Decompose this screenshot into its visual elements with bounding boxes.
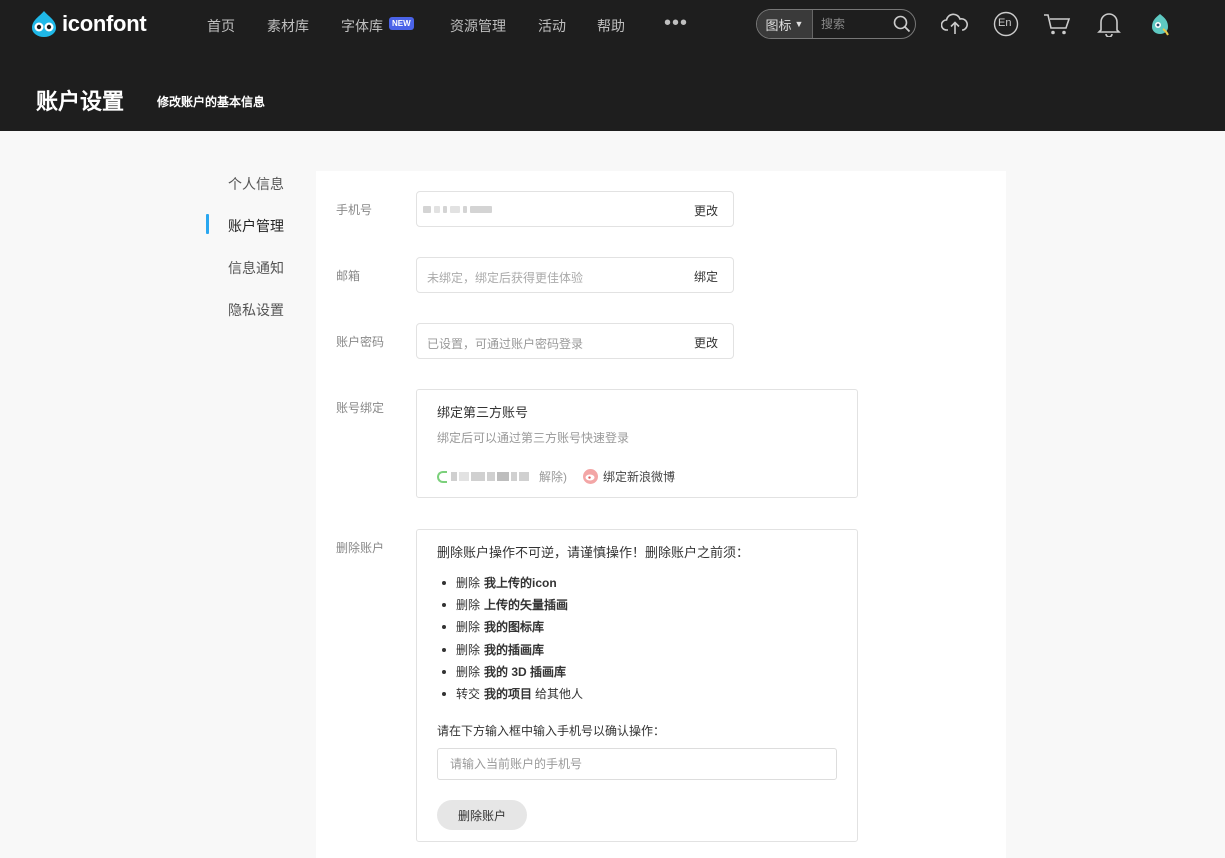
list-item: 删除 我上传的icon — [437, 572, 583, 594]
sidebar-item-notifications[interactable]: 信息通知 — [228, 258, 284, 278]
nav-activity[interactable]: 活动 — [538, 16, 566, 36]
delete-box: 删除账户操作不可逆，请谨慎操作！删除账户之前须： 删除 我上传的icon 删除 上传… — [416, 529, 858, 842]
nav-materials[interactable]: 素材库 — [267, 16, 309, 36]
password-label: 账户密码 — [336, 335, 385, 349]
language-icon[interactable]: En — [992, 10, 1020, 38]
search-type-select[interactable]: 图标 ▼ — [757, 10, 813, 38]
nav-resources[interactable]: 资源管理 — [450, 16, 506, 36]
delete-requirements-list: 删除 我上传的icon 删除 上传的矢量插画 删除 我的图标库 删除 我的插画库 删除我… — [437, 572, 583, 705]
delete-label: 删除账户 — [336, 541, 385, 555]
binding-label: 账号绑定 — [336, 401, 385, 415]
logo[interactable]: iconfont — [29, 8, 147, 40]
phone-label: 手机号 — [336, 203, 373, 217]
logo-icon — [32, 11, 56, 37]
delete-account-button[interactable]: 删除账户 — [437, 800, 527, 830]
list-item: 删除 我的插画库 — [437, 639, 583, 661]
top-header: iconfont 首页 素材库 字体库 NEW 资源管理 活动 帮助 ••• 图… — [0, 0, 1225, 131]
sidebar-item-profile[interactable]: 个人信息 — [228, 174, 284, 194]
sidebar-active-marker — [206, 214, 209, 234]
binding-title: 绑定第三方账号 — [437, 405, 529, 420]
search-icon[interactable] — [889, 11, 915, 37]
list-item: 转交 我的项目 给其他人 — [437, 683, 583, 705]
wechat-unbind-link[interactable]: 解除) — [539, 468, 567, 485]
confirm-label: 请在下方输入框中输入手机号以确认操作： — [437, 724, 666, 738]
phone-value-masked — [423, 204, 492, 215]
cloud-upload-icon[interactable] — [941, 10, 969, 38]
language-label: En — [998, 17, 1012, 29]
account-panel: 手机号 更改 邮箱 未绑定，绑定后获得更佳体验 绑定 账户密码 已设置，可通过账… — [316, 171, 1006, 858]
wechat-icon — [437, 470, 447, 483]
email-label: 邮箱 — [336, 269, 361, 283]
email-field: 未绑定，绑定后获得更佳体验 绑定 — [416, 257, 734, 293]
nav-home[interactable]: 首页 — [207, 16, 235, 36]
search-type-label: 图标 — [765, 17, 792, 33]
logo-text: iconfont — [62, 11, 147, 36]
list-item: 删除 我的图标库 — [437, 616, 583, 638]
chevron-down-icon: ▼ — [794, 19, 804, 29]
weibo-icon — [583, 469, 598, 484]
avatar[interactable] — [1146, 10, 1174, 38]
page-title: 账户设置 — [36, 89, 125, 114]
password-field: 已设置，可通过账户密码登录 更改 — [416, 323, 734, 359]
more-menu-icon[interactable]: ••• — [664, 12, 688, 35]
change-phone-button[interactable]: 更改 — [694, 202, 718, 219]
list-item: 删除 我的 3D 插画库 — [437, 661, 583, 683]
delete-warning-title: 删除账户操作不可逆，请谨慎操作！删除账户之前须： — [437, 545, 750, 560]
change-password-button[interactable]: 更改 — [694, 334, 718, 351]
search-input[interactable] — [813, 17, 889, 31]
nav-fonts[interactable]: 字体库 — [341, 16, 383, 36]
bell-icon[interactable] — [1095, 10, 1123, 38]
page-subtitle: 修改账户的基本信息 — [157, 95, 266, 109]
sidebar-item-privacy[interactable]: 隐私设置 — [228, 300, 284, 320]
phone-field: 更改 — [416, 191, 734, 227]
bind-weibo-label: 绑定新浪微博 — [603, 470, 676, 484]
binding-desc: 绑定后可以通过第三方账号快速登录 — [437, 431, 630, 445]
wechat-name-masked — [451, 472, 529, 481]
password-value: 已设置，可通过账户密码登录 — [427, 337, 584, 351]
bind-weibo-button[interactable]: 绑定新浪微博 — [583, 468, 675, 485]
email-value: 未绑定，绑定后获得更佳体验 — [427, 271, 584, 285]
sidebar-item-account[interactable]: 账户管理 — [228, 216, 284, 236]
search-box: 图标 ▼ — [756, 9, 916, 39]
confirm-phone-input[interactable] — [437, 748, 837, 780]
nav-help[interactable]: 帮助 — [597, 16, 625, 36]
cart-icon[interactable] — [1043, 10, 1071, 38]
wechat-binding[interactable]: 解除) — [437, 468, 567, 485]
new-badge: NEW — [389, 17, 414, 30]
bind-email-button[interactable]: 绑定 — [694, 268, 718, 285]
list-item: 删除 上传的矢量插画 — [437, 594, 583, 616]
binding-box: 绑定第三方账号 绑定后可以通过第三方账号快速登录 解除) 绑定新浪微博 — [416, 389, 858, 498]
